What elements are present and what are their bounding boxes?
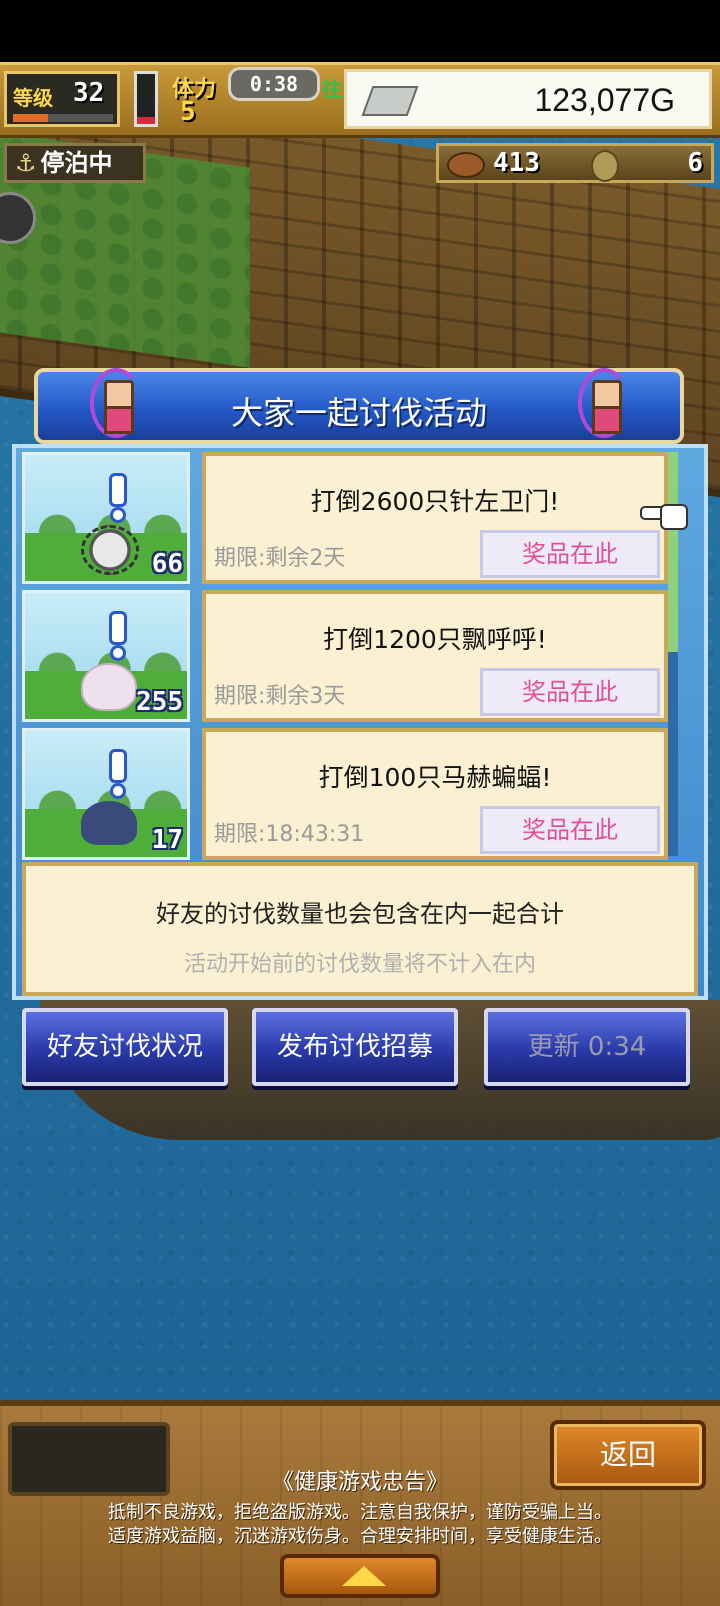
quest-deadline: 期限:18:43:31: [214, 822, 365, 847]
money-bill-icon: [361, 86, 419, 116]
level-value: 32: [73, 78, 105, 108]
quest-deadline: 期限:剩余2天: [214, 546, 346, 571]
quest-deadline: 期限:剩余3天: [214, 684, 346, 709]
health-notice-line: 适度游戏益脑，沉迷游戏伤身。合理安排时间，享受健康生活。: [108, 1526, 612, 1547]
quest-title: 打倒1200只飘呼呼!: [323, 625, 547, 654]
refresh-button[interactable]: 更新 0:34: [484, 1008, 690, 1086]
exclamation-dot: [110, 783, 126, 799]
resource1-value: 413: [493, 148, 540, 178]
spike-monster-icon: [81, 525, 139, 575]
quest-card: 打倒1200只飘呼呼! 期限:剩余3天 奖品在此: [202, 590, 668, 722]
level-progress-bar: [13, 114, 113, 122]
event-panel-header: 大家一起讨伐活动: [34, 368, 684, 444]
docked-label: 停泊中: [40, 149, 113, 177]
money-display[interactable]: 123,077G: [344, 69, 712, 129]
ghost-monster-icon: [81, 663, 137, 711]
quest-card: 打倒100只马赫蝙蝠! 期限:18:43:31 奖品在此: [202, 728, 668, 860]
quest-row[interactable]: 255 打倒1200只飘呼呼! 期限:剩余3天 奖品在此: [22, 590, 668, 722]
archer-character-icon: [578, 368, 630, 438]
quest-row[interactable]: 66 打倒2600只针左卫门! 期限:剩余2天 奖品在此: [22, 452, 668, 584]
quest-thumbnail: 17: [22, 728, 190, 860]
level-progress-fill: [13, 114, 48, 122]
resource-bar: 413 6: [436, 143, 714, 183]
note-main-text: 好友的讨伐数量也会包含在内一起合计: [156, 900, 564, 928]
level-label: 等级: [13, 86, 53, 110]
level-box: 等级 32: [4, 71, 120, 127]
resource2-value: 6: [687, 148, 703, 178]
exclamation-dot: [110, 645, 126, 661]
stamina-value: 5: [180, 97, 196, 127]
top-hud: 等级 32 体力 5 0:38 往活开 123,077G: [0, 62, 720, 138]
quest-title: 打倒2600只针左卫门!: [310, 487, 560, 516]
reward-button[interactable]: 奖品在此: [480, 530, 660, 578]
pointing-hand-icon: [640, 500, 688, 530]
stamina-gauge-fill: [137, 116, 155, 124]
reward-button[interactable]: 奖品在此: [480, 668, 660, 716]
stamina-gauge: [134, 71, 158, 127]
quest-thumbnail: 66: [22, 452, 190, 584]
up-arrow-icon: [342, 1566, 386, 1586]
stamina-timer: 0:38: [228, 67, 320, 101]
footer-bar: 返回 《健康游戏忠告》 抵制不良游戏，拒绝盗版游戏。注意自我保护，谨防受骗上当。…: [0, 1400, 720, 1606]
quest-thumbnail: 255: [22, 590, 190, 722]
anchor-icon: ⚓: [15, 149, 37, 177]
scrollbar-thumb[interactable]: [668, 452, 678, 652]
exclamation-icon: [109, 611, 127, 645]
quest-count: 66: [151, 549, 183, 579]
health-notice-title: 《健康游戏忠告》: [271, 1470, 448, 1495]
docked-badge: ⚓ 停泊中: [4, 143, 146, 183]
status-bar-area: [0, 0, 720, 62]
exclamation-dot: [110, 507, 126, 523]
health-notice-line: 抵制不良游戏，拒绝盗版游戏。注意自我保护，谨防受骗上当。: [108, 1502, 612, 1523]
note-sub-text: 活动开始前的讨伐数量将不计入在内: [183, 952, 536, 977]
expand-menu-button[interactable]: [280, 1554, 440, 1598]
bat-monster-icon: [81, 801, 137, 845]
quest-count: 255: [136, 687, 183, 717]
quest-card: 打倒2600只针左卫门! 期限:剩余2天 奖品在此: [202, 452, 668, 584]
exclamation-icon: [109, 473, 127, 507]
post-recruit-button[interactable]: 发布讨伐招募: [252, 1008, 458, 1086]
money-value: 123,077G: [534, 82, 675, 118]
friend-status-button[interactable]: 好友讨伐状况: [22, 1008, 228, 1086]
event-note-box: 好友的讨伐数量也会包含在内一起合计 活动开始前的讨伐数量将不计入在内: [22, 862, 698, 996]
quest-title: 打倒100只马赫蝙蝠!: [318, 763, 552, 792]
food-icon: [447, 152, 485, 178]
quest-count: 17: [151, 825, 183, 855]
quest-row[interactable]: 17 打倒100只马赫蝙蝠! 期限:18:43:31 奖品在此: [22, 728, 668, 860]
medal-icon: [591, 150, 619, 182]
exclamation-icon: [109, 749, 127, 783]
reward-button[interactable]: 奖品在此: [480, 806, 660, 854]
